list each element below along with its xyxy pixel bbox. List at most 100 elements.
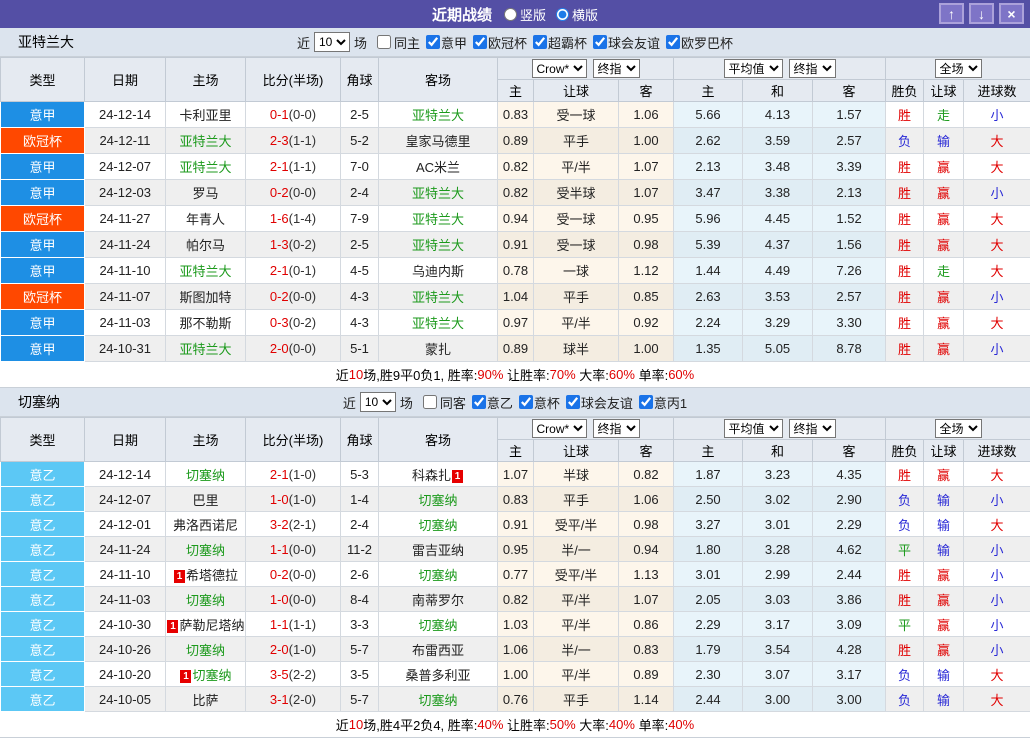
europe-odds: 5.96 xyxy=(674,206,743,232)
full-match-select[interactable]: 全场 xyxy=(935,59,982,78)
team-name-text: 切塞纳 xyxy=(186,543,225,558)
league-filter[interactable]: 意丙1 xyxy=(633,393,687,412)
handicap-odds: 1.00 xyxy=(619,336,674,362)
summary-part: 单率: xyxy=(635,365,668,384)
average-select[interactable]: 平均值 xyxy=(724,59,783,78)
league-filter[interactable]: 欧罗巴杯 xyxy=(660,33,733,52)
halftime-score: (0-2) xyxy=(289,315,316,330)
league-checkbox[interactable] xyxy=(593,35,607,49)
result-winloss: 胜 xyxy=(886,336,924,362)
team-name-text: 年青人 xyxy=(186,212,225,227)
match-row: 意甲24-12-14卡利亚里0-1(0-0)2-5亚特兰大0.83受一球1.06… xyxy=(1,102,1030,128)
final-index-select[interactable]: 终指 xyxy=(789,419,836,438)
fulltime-score: 2-0 xyxy=(270,341,289,356)
result-handicap: 赢 xyxy=(924,587,964,612)
handicap-odds: 平手 xyxy=(534,687,619,712)
venue-checkbox[interactable] xyxy=(423,395,437,409)
league-filter[interactable]: 欧冠杯 xyxy=(467,33,527,52)
league-checkbox[interactable] xyxy=(472,395,486,409)
europe-odds: 3.02 xyxy=(743,487,813,512)
league-checkbox[interactable] xyxy=(639,395,653,409)
result-winloss: 胜 xyxy=(886,562,924,587)
odds-column-header: 主 xyxy=(498,440,534,462)
recent-count-select[interactable]: 10 xyxy=(360,392,396,412)
result-winloss: 胜 xyxy=(886,102,924,128)
view-option[interactable]: 竖版 xyxy=(504,5,546,24)
europe-odds: 1.35 xyxy=(674,336,743,362)
league-type: 意乙 xyxy=(1,687,85,712)
column-header: 客场 xyxy=(379,58,498,102)
team-name-text: AC米兰 xyxy=(416,160,460,175)
fulltime-score: 1-1 xyxy=(270,542,289,557)
recent-count-select[interactable]: 10 xyxy=(314,32,350,52)
red-card-badge: 1 xyxy=(167,620,178,633)
league-filter[interactable]: 意乙 xyxy=(466,393,513,412)
result-goals: 大 xyxy=(964,128,1030,154)
column-header: 比分(半场) xyxy=(246,58,341,102)
league-filter[interactable]: 球会友谊 xyxy=(560,393,633,412)
team-name-text: 切塞纳 xyxy=(418,568,457,583)
match-date: 24-11-24 xyxy=(85,537,166,562)
full-match-select[interactable]: 全场 xyxy=(935,419,982,438)
venue-filter[interactable]: 同主 xyxy=(367,33,420,52)
average-select[interactable]: 平均值 xyxy=(724,419,783,438)
final-index-select[interactable]: 终指 xyxy=(593,59,640,78)
corners: 5-7 xyxy=(341,687,379,712)
score-cell: 1-1(1-1) xyxy=(246,612,341,637)
result-handicap: 赢 xyxy=(924,284,964,310)
match-date: 24-12-14 xyxy=(85,462,166,487)
league-filter[interactable]: 意甲 xyxy=(420,33,467,52)
view-option[interactable]: 横版 xyxy=(556,5,598,24)
result-handicap: 输 xyxy=(924,128,964,154)
handicap-odds: 1.00 xyxy=(498,662,534,687)
bookmaker-select[interactable]: Crow* xyxy=(532,59,587,78)
filter-controls: 近10场同客意乙意杯球会友谊意丙1 xyxy=(343,392,687,412)
result-goals: 大 xyxy=(964,662,1030,687)
venue-checkbox[interactable] xyxy=(377,35,391,49)
league-filter-label: 意杯 xyxy=(534,393,560,412)
league-checkbox[interactable] xyxy=(533,35,547,49)
league-checkbox[interactable] xyxy=(426,35,440,49)
away-team: 亚特兰大 xyxy=(379,206,498,232)
europe-odds: 3.17 xyxy=(813,662,886,687)
league-checkbox[interactable] xyxy=(566,395,580,409)
matches-table: 类型日期主场比分(半场)角球客场Crow*终指平均值终指全场主让球客主和客胜负让… xyxy=(0,417,1030,712)
result-goals: 小 xyxy=(964,102,1030,128)
move-down-button[interactable]: ↓ xyxy=(969,3,994,24)
fulltime-score: 2-1 xyxy=(270,159,289,174)
summary-part: 让胜率: xyxy=(503,715,549,734)
handicap-odds: 0.89 xyxy=(498,128,534,154)
europe-odds: 1.57 xyxy=(813,102,886,128)
view-radio[interactable] xyxy=(504,8,517,21)
view-radio[interactable] xyxy=(556,8,569,21)
match-date: 24-10-31 xyxy=(85,336,166,362)
league-checkbox[interactable] xyxy=(666,35,680,49)
final-index-select[interactable]: 终指 xyxy=(593,419,640,438)
corners: 3-3 xyxy=(341,612,379,637)
corners: 5-3 xyxy=(341,462,379,487)
odds-group-header: Crow* 终指 xyxy=(498,58,674,80)
league-type: 意乙 xyxy=(1,487,85,512)
league-filter[interactable]: 球会友谊 xyxy=(587,33,660,52)
home-team: 亚特兰大 xyxy=(166,258,246,284)
result-winloss: 平 xyxy=(886,612,924,637)
league-checkbox[interactable] xyxy=(473,35,487,49)
final-index-select[interactable]: 终指 xyxy=(789,59,836,78)
team-name-text: 希塔德拉 xyxy=(186,568,238,583)
league-filter[interactable]: 超霸杯 xyxy=(527,33,587,52)
europe-odds: 3.00 xyxy=(813,687,886,712)
bookmaker-select[interactable]: Crow* xyxy=(532,419,587,438)
view-option-label: 竖版 xyxy=(520,5,546,24)
move-up-button[interactable]: ↑ xyxy=(939,3,964,24)
corners: 3-5 xyxy=(341,662,379,687)
league-checkbox[interactable] xyxy=(519,395,533,409)
close-button[interactable]: × xyxy=(999,3,1024,24)
summary-part: 场,胜9平0负1, 胜率: xyxy=(363,365,477,384)
handicap-odds: 1.07 xyxy=(619,180,674,206)
league-filter[interactable]: 意杯 xyxy=(513,393,560,412)
handicap-odds: 0.91 xyxy=(498,232,534,258)
result-goals: 小 xyxy=(964,487,1030,512)
home-team: 切塞纳 xyxy=(166,537,246,562)
venue-filter[interactable]: 同客 xyxy=(413,393,466,412)
matches-label: 场 xyxy=(354,33,367,52)
